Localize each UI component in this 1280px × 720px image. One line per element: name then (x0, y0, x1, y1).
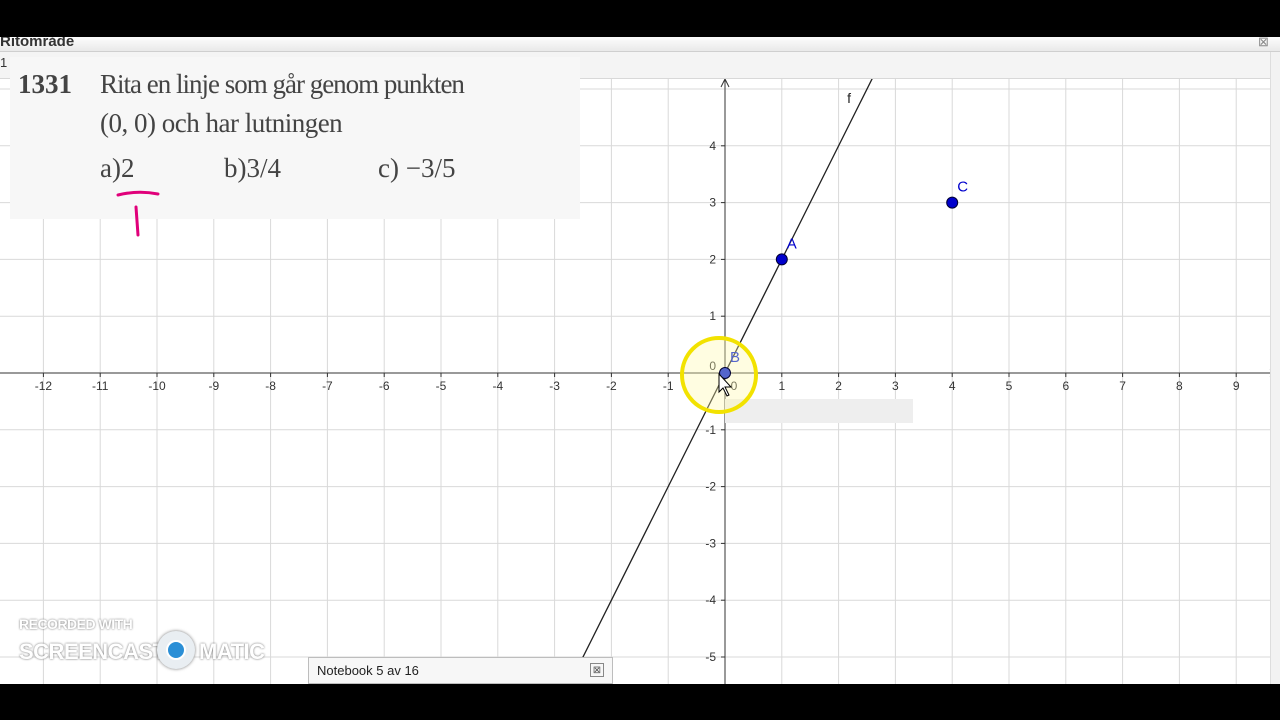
letterbox-top (0, 0, 1280, 37)
x-tick-label: -4 (492, 379, 503, 393)
watermark-matic: MATIC (199, 639, 265, 664)
x-tick-label: 1 (778, 379, 785, 393)
problem-text-line1: Rita en linje som går genom punkten (100, 69, 465, 99)
x-tick-label: 9 (1233, 379, 1240, 393)
option-a: a)2 (100, 153, 135, 183)
y-tick-label: 1 (709, 309, 716, 323)
point-c (946, 196, 959, 209)
x-tick-label: -1 (663, 379, 674, 393)
geogebra-graphics-view[interactable]: -12-11-10-9-8-7-6-5-4-3-2-10123456789-5-… (0, 37, 1280, 684)
watermark-recorded-with: RECORDED WITH (19, 616, 133, 632)
y-tick-label: 2 (709, 252, 716, 266)
option-b: b)3/4 (224, 153, 281, 183)
y-tick-label: -2 (705, 480, 716, 494)
x-tick-label: 2 (835, 379, 842, 393)
x-tick-label: -10 (148, 379, 166, 393)
x-tick-label: 8 (1176, 379, 1183, 393)
view-title: Ritområde (0, 37, 75, 50)
x-tick-label: 6 (1062, 379, 1069, 393)
handwritten-annotation-icon (116, 190, 160, 237)
x-tick-label: -3 (549, 379, 560, 393)
x-tick-label: -11 (92, 379, 109, 393)
x-tick-label: 7 (1119, 379, 1126, 393)
y-tick-label: -1 (705, 423, 716, 437)
x-tick-label: 3 (892, 379, 899, 393)
notebook-panel[interactable]: Notebook 5 av 16 ⊠ (308, 657, 613, 684)
y-tick-label: -3 (705, 536, 716, 550)
vertical-scrollbar[interactable] (1270, 52, 1280, 684)
x-tick-label: -6 (379, 379, 390, 393)
screencast-logo-icon (157, 631, 195, 669)
problem-text-line2: (0, 0) och har lutningen (100, 108, 343, 138)
y-tick-label: -4 (705, 593, 716, 607)
x-tick-label: -9 (208, 379, 219, 393)
view-titlebar: Ritområde ⊠ (0, 37, 1280, 52)
problem-image: 1331 Rita en linje som går genom punkten… (10, 57, 580, 237)
style-bar-label: 1 (0, 55, 8, 70)
x-tick-label: 4 (949, 379, 956, 393)
x-tick-label: -5 (436, 379, 447, 393)
letterbox-bottom (0, 684, 1280, 720)
y-tick-label: -5 (705, 650, 716, 664)
point-a (775, 253, 788, 266)
input-tooltip-strip (725, 399, 913, 423)
x-tick-label: -8 (265, 379, 276, 393)
x-tick-label: 5 (1006, 379, 1013, 393)
problem-number: 1331 (18, 69, 72, 99)
point-a-label: A (787, 235, 797, 252)
close-view-icon[interactable]: ⊠ (1258, 37, 1269, 50)
watermark-screencast: SCREENCAST (19, 639, 166, 664)
x-tick-label: -7 (322, 379, 333, 393)
point-b-label: B (730, 349, 740, 366)
notebook-close-icon[interactable]: ⊠ (590, 663, 604, 677)
point-c-label: C (957, 179, 968, 196)
notebook-label: Notebook 5 av 16 (317, 663, 419, 678)
x-tick-label: -12 (35, 379, 53, 393)
option-c: c) −3/5 (378, 153, 456, 183)
y-tick-label: 4 (709, 139, 716, 153)
line-f-label: f (847, 90, 851, 106)
y-tick-label: 3 (709, 196, 716, 210)
x-tick-label: -2 (606, 379, 617, 393)
